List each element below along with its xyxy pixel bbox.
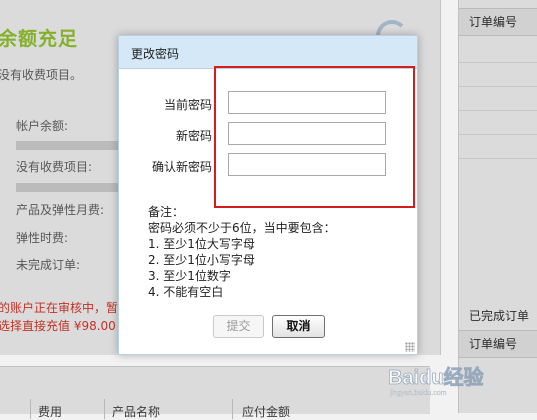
account-balance-label: 帐户余额:	[16, 119, 69, 133]
dialog-header[interactable]: 更改密码	[119, 36, 417, 69]
table-row	[459, 134, 537, 135]
col-fee: 费用	[38, 405, 63, 419]
column-divider	[104, 399, 105, 419]
rule-digit: 3. 至少1位数字	[148, 269, 231, 283]
rule-lowercase: 2. 至少1位小写字母	[148, 253, 255, 267]
table-row	[459, 158, 537, 159]
notes-heading: 备注：	[148, 205, 185, 219]
submit-button[interactable]: 提交	[213, 315, 264, 338]
table-row	[459, 62, 537, 63]
pending-orders-label: 未完成订单:	[16, 258, 81, 272]
completed-orders-title: 已完成订单	[469, 309, 530, 323]
col-amount: 应付金额	[242, 405, 291, 419]
resize-grip-icon[interactable]	[405, 342, 415, 352]
monthly-fee-label: 产品及弹性月费:	[16, 203, 105, 217]
watermark-text: Baidu经验	[388, 365, 484, 389]
orders-panel: 订单编号 已完成订单 订单编号	[458, 0, 537, 413]
table-row	[459, 110, 537, 111]
baidu-jingyan-watermark: Baidu经验 jingyan.baidu.com	[388, 365, 484, 398]
dialog-title: 更改密码	[131, 47, 180, 61]
balance-title: 余额充足	[0, 28, 79, 50]
table-row	[459, 86, 537, 87]
completed-order-number-header: 订单编号	[459, 330, 537, 358]
watermark-url: jingyan.baidu.com	[389, 390, 447, 397]
cancel-button[interactable]: 取消	[272, 315, 325, 338]
col-product: 产品名称	[112, 405, 161, 419]
recharge-warning: 选择直接充值 ¥98.00 以	[0, 319, 132, 333]
confirm-password-label: 确认新密码	[151, 160, 212, 174]
no-charge-label: 没有收费项目:	[16, 160, 93, 174]
column-divider	[30, 399, 31, 419]
review-warning: 的账户正在审核中，暂	[0, 301, 119, 315]
bottom-table: 费用 产品名称 应付金额	[0, 366, 430, 419]
new-password-label: 新密码	[175, 129, 212, 143]
hourly-fee-label: 弹性时费:	[16, 231, 69, 245]
password-requirement: 密码必须不少于6位，当中要包含：	[148, 221, 336, 235]
column-divider	[232, 399, 233, 419]
annotation-highlight	[214, 66, 415, 208]
rule-no-space: 4. 不能有空白	[148, 285, 224, 299]
no-charge-text: 没有收费项目。	[0, 68, 83, 82]
current-password-label: 当前密码	[163, 98, 212, 112]
rule-uppercase: 1. 至少1位大写字母	[148, 237, 255, 251]
order-number-header: 订单编号	[459, 8, 537, 36]
